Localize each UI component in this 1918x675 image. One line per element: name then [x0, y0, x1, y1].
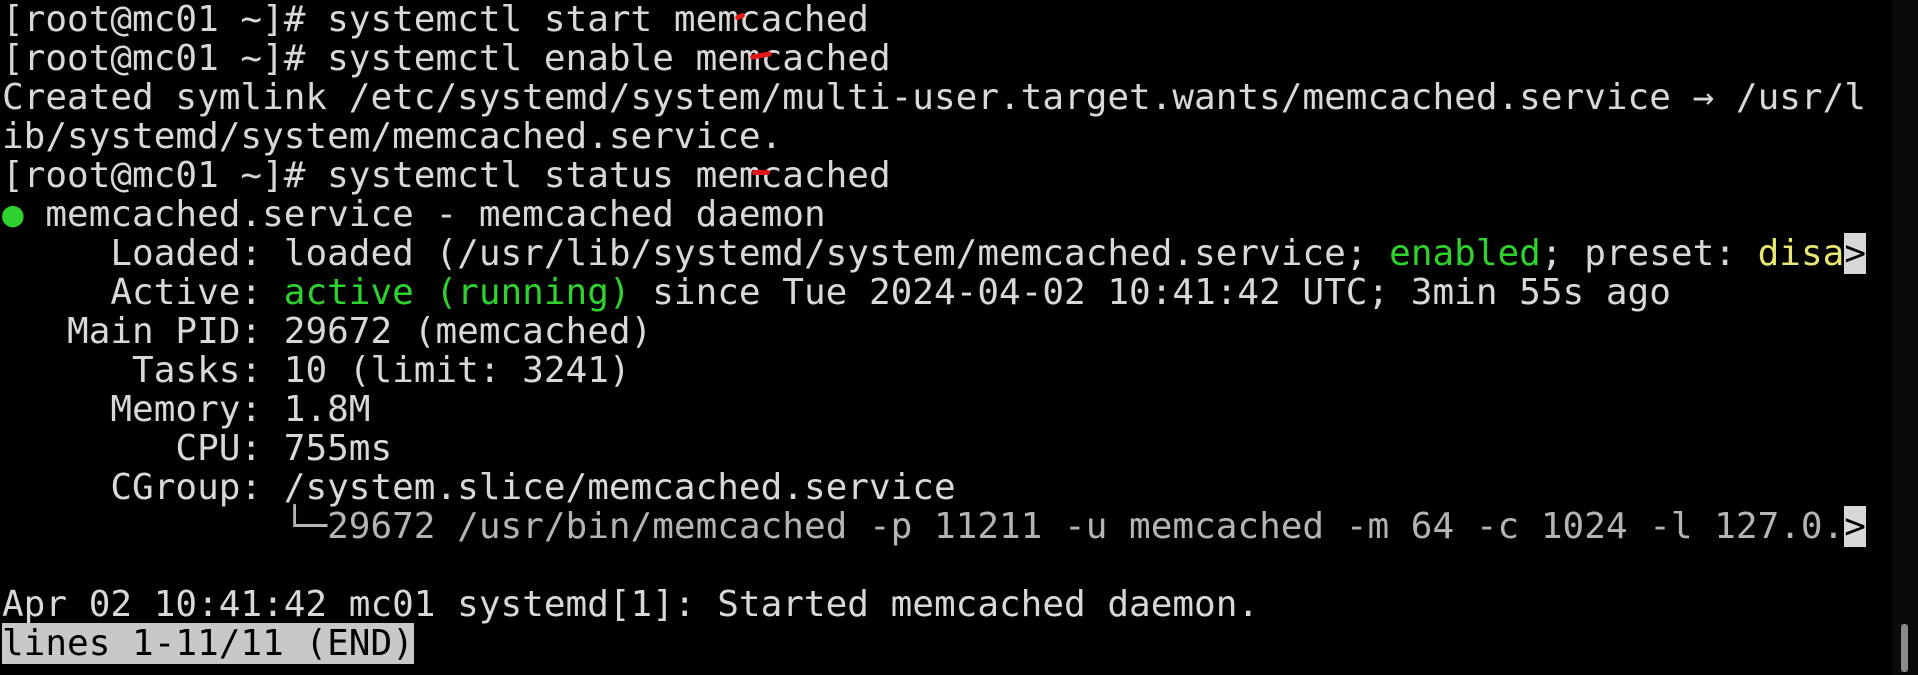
field-label: Active: — [2, 272, 284, 313]
field-label: Loaded: — [2, 233, 284, 274]
active-state: active (running) — [283, 272, 631, 313]
field-value: 29672 (memcached) — [283, 311, 653, 352]
field-value: ; preset: — [1540, 233, 1758, 274]
field-label: Tasks: — [2, 350, 284, 391]
output-line-symlink: Created symlink /etc/systemd/system/mult… — [2, 77, 1866, 118]
vertical-scrollbar[interactable] — [1892, 0, 1918, 675]
field-value: 755ms — [283, 428, 393, 469]
field-label: CGroup: — [2, 467, 284, 508]
status-cgroup: CGroup: /system.slice/memcached.service — [2, 468, 1894, 507]
service-header: ● memcached.service - memcached daemon — [2, 195, 1894, 234]
command-text: systemctl status memcached — [327, 155, 891, 196]
command-line-status: [root@mc01 ~]# systemctl status memcache… — [2, 156, 1894, 195]
shell-prompt: [root@mc01 ~]# — [2, 38, 328, 79]
command-line-start: [root@mc01 ~]# systemctl start memcached — [2, 0, 1894, 39]
pager-status: lines 1-11/11 (END) — [2, 623, 414, 664]
process-indent — [2, 506, 284, 547]
status-cpu: CPU: 755ms — [2, 429, 1894, 468]
preset-state: disa — [1757, 233, 1845, 274]
command-line-enable: [root@mc01 ~]# systemctl enable memcache… — [2, 39, 1894, 78]
truncation-marker: > — [1844, 506, 1866, 547]
field-label: Main PID: — [2, 311, 284, 352]
status-process: └─29672 /usr/bin/memcached -p 11211 -u m… — [2, 506, 1894, 547]
status-loaded: Loaded: loaded (/usr/lib/systemd/system/… — [2, 233, 1894, 274]
field-value: /system.slice/memcached.service — [283, 467, 956, 508]
enabled-state: enabled — [1389, 233, 1541, 274]
output-line-symlink-cont: ib/systemd/system/memcached.service. — [2, 116, 783, 157]
command-text: systemctl start memcached — [327, 0, 869, 40]
truncation-marker: > — [1844, 233, 1866, 274]
field-label: Memory: — [2, 389, 284, 430]
field-value: loaded (/usr/lib/systemd/system/memcache… — [283, 233, 1390, 274]
pager-status-line[interactable]: lines 1-11/11 (END) — [2, 623, 1894, 664]
service-title: memcached.service - memcached daemon — [23, 194, 826, 235]
process-tree: └─29672 /usr/bin/memcached -p 11211 -u m… — [283, 506, 1845, 547]
status-main-pid: Main PID: 29672 (memcached) — [2, 312, 1894, 351]
scrollbar-thumb[interactable] — [1901, 624, 1908, 672]
shell-prompt: [root@mc01 ~]# — [2, 0, 328, 40]
status-memory: Memory: 1.8M — [2, 390, 1894, 429]
annotation-mark — [752, 170, 770, 175]
command-text: systemctl enable memcached — [327, 38, 891, 79]
field-value: 10 (limit: 3241) — [283, 350, 631, 391]
field-label: CPU: — [2, 428, 284, 469]
terminal-window[interactable]: [root@mc01 ~]# systemctl start memcached… — [0, 0, 1894, 675]
shell-prompt: [root@mc01 ~]# — [2, 155, 328, 196]
journal-log-line: Apr 02 10:41:42 mc01 systemd[1]: Started… — [2, 584, 1260, 625]
field-value: since Tue 2024-04-02 10:41:42 UTC; 3min … — [630, 272, 1671, 313]
field-value: 1.8M — [283, 389, 371, 430]
status-tasks: Tasks: 10 (limit: 3241) — [2, 351, 1894, 390]
status-dot-icon: ● — [2, 194, 24, 235]
status-active: Active: active (running) since Tue 2024-… — [2, 273, 1894, 312]
